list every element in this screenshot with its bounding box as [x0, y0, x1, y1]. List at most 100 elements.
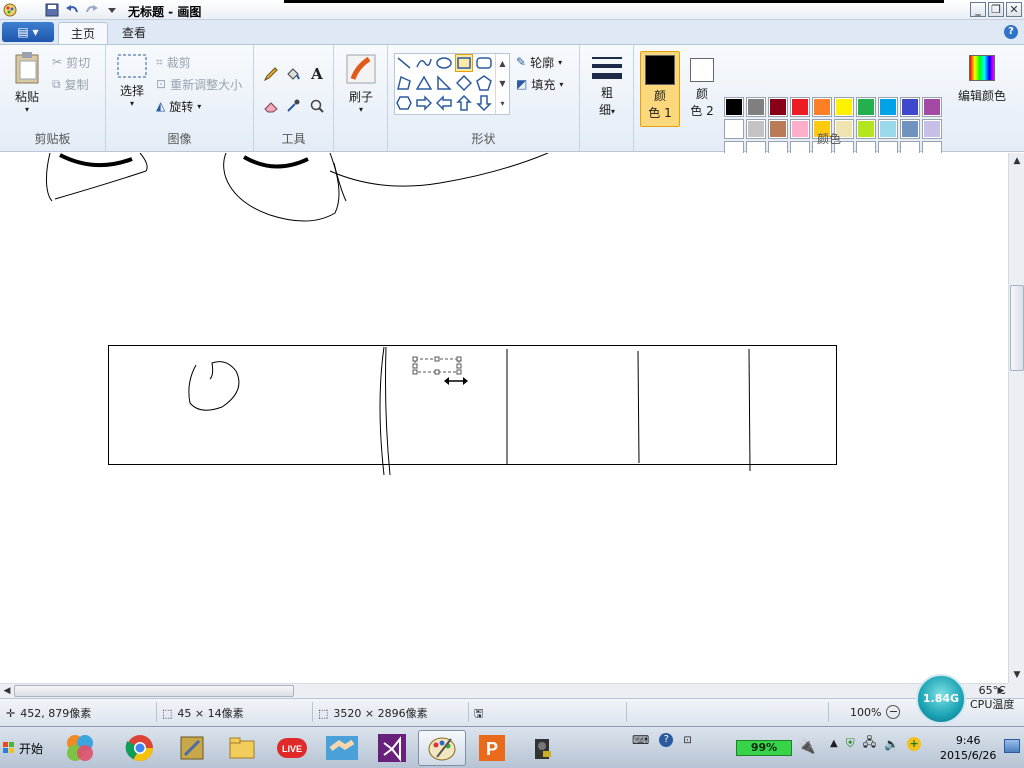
customize-qat-icon[interactable]	[104, 2, 120, 18]
taskbar-live[interactable]: LIVE	[268, 730, 316, 766]
cpu-temp-widget[interactable]: 1.84G 65°C CPU温度	[916, 674, 1024, 724]
taskbar-handshake[interactable]	[318, 730, 366, 766]
colors-group-label: 颜色	[816, 132, 841, 146]
tab-home[interactable]: 主页	[58, 22, 109, 44]
shapes-scroll[interactable]: ▲ ▼ ▾	[495, 54, 509, 114]
taskbar-chrome[interactable]	[116, 730, 164, 766]
size-label-line1: 粗	[600, 86, 613, 100]
text-tool-icon[interactable]: A	[308, 65, 326, 83]
line-width-icon	[592, 57, 622, 79]
taskbar-visual-studio[interactable]	[368, 730, 416, 766]
canvas-area[interactable]	[0, 153, 1008, 683]
oval-shape-icon[interactable]	[435, 54, 453, 72]
magnifier-icon[interactable]	[308, 97, 326, 115]
close-button[interactable]: ✕	[1006, 2, 1022, 17]
left-arrow-shape-icon[interactable]	[435, 94, 453, 112]
undo-icon[interactable]	[64, 2, 80, 18]
show-desktop-button[interactable]	[1004, 739, 1020, 753]
vertical-scroll-thumb[interactable]	[1010, 285, 1024, 371]
taskbar-tools[interactable]	[168, 730, 216, 766]
paint-app-icon[interactable]	[2, 2, 18, 18]
taskbar-explorer[interactable]	[218, 730, 266, 766]
brush-icon	[346, 54, 376, 84]
crop-label: 裁剪	[166, 55, 191, 70]
vertical-scrollbar[interactable]: ▲ ▼	[1008, 153, 1024, 683]
crop-icon: ⌗	[156, 54, 163, 69]
colors-group: 颜色	[634, 45, 1024, 151]
right-arrow-shape-icon[interactable]	[415, 94, 433, 112]
app-menu-button[interactable]: ▤ ▾	[2, 22, 54, 42]
start-button[interactable]: 开始	[2, 735, 48, 761]
show-hidden-icons-icon[interactable]: ▲	[830, 738, 838, 749]
update-icon[interactable]: +	[907, 736, 922, 751]
tray-menu-icon[interactable]: ⊡	[683, 735, 691, 746]
volume-icon[interactable]: 🔈	[884, 737, 899, 751]
status-bar: ✛ 452, 879像素 ⬚ 45 × 14像素 ⬚ 3520 × 2896像素 🖫 …	[0, 698, 1024, 726]
canvas-size-icon: ⬚	[318, 706, 329, 720]
cpu-temp-readout: 65°C CPU温度	[970, 684, 1014, 712]
line-shape-icon[interactable]	[395, 54, 413, 72]
redo-icon[interactable]	[84, 2, 100, 18]
right-triangle-shape-icon[interactable]	[435, 74, 453, 92]
horizontal-scrollbar[interactable]: ◀ ▶	[0, 683, 1008, 698]
down-arrow-shape-icon[interactable]	[475, 94, 493, 112]
crosshair-icon: ✛	[6, 706, 16, 720]
security-shield-icon[interactable]: ⛨	[846, 736, 855, 751]
canvas-size: ⬚ 3520 × 2896像素	[318, 705, 428, 721]
status-divider	[828, 702, 829, 722]
help-tray-icon[interactable]: ?	[659, 733, 674, 747]
clock[interactable]: 9:46 2015/6/26	[940, 733, 996, 763]
brushes-button[interactable]: 刷子 ▾	[342, 53, 380, 114]
save-icon[interactable]	[44, 2, 60, 18]
fill-bucket-icon[interactable]	[284, 65, 302, 83]
cut-button[interactable]: ✂ 剪切	[52, 53, 90, 71]
color-picker-icon[interactable]	[284, 97, 302, 115]
network-icon[interactable]: 🖧	[863, 733, 876, 754]
curve-shape-icon[interactable]	[415, 54, 433, 72]
tab-view[interactable]: 查看	[110, 22, 158, 44]
restore-button[interactable]: ❐	[988, 2, 1004, 17]
taskbar-presentation[interactable]: P	[468, 730, 516, 766]
crop-button[interactable]: ⌗ 裁剪	[156, 53, 191, 71]
cursor-position: ✛ 452, 879像素	[6, 705, 91, 721]
size-button[interactable]: 粗 细▾	[588, 53, 626, 118]
battery-indicator[interactable]: 99%	[736, 740, 792, 756]
minimize-button[interactable]: _	[970, 2, 986, 17]
eraser-icon[interactable]	[262, 97, 280, 115]
chrome-icon	[125, 735, 154, 762]
taskbar-paint[interactable]	[418, 730, 466, 766]
scroll-up-icon[interactable]: ▲	[1011, 155, 1023, 167]
camcorder-icon	[535, 739, 551, 759]
horizontal-scroll-thumb[interactable]	[14, 685, 294, 697]
zoom-out-icon[interactable]: −	[886, 705, 901, 719]
rectangle-shape-icon[interactable]	[455, 54, 473, 72]
polygon-shape-icon[interactable]	[395, 74, 413, 92]
resize-button[interactable]: ⊡ 重新调整大小	[156, 75, 242, 93]
cursor-position-text: 452, 879像素	[20, 707, 92, 720]
image-group: 选择 ▾ ⌗ 裁剪 ⊡ 重新调整大小 ◭ 旋转 ▾ 图像	[106, 45, 254, 151]
paste-button[interactable]: 粘贴 ▾	[8, 51, 46, 114]
selection-size: ⬚ 45 × 14像素	[162, 705, 244, 721]
help-icon[interactable]: ?	[1004, 25, 1018, 39]
taskbar-app-launcher[interactable]	[56, 730, 104, 766]
copy-button[interactable]: ⧉ 复制	[52, 75, 89, 93]
taskbar-camcorder[interactable]	[518, 730, 566, 766]
outline-button[interactable]: ✎ 轮廓 ▾	[516, 53, 562, 71]
keyboard-icon[interactable]: ⌨	[632, 733, 649, 747]
hexagon-shape-icon[interactable]	[395, 94, 413, 112]
select-button[interactable]: 选择 ▾	[112, 53, 152, 108]
diamond-shape-icon[interactable]	[455, 74, 473, 92]
scroll-left-icon[interactable]: ◀	[1, 685, 13, 697]
triangle-shape-icon[interactable]	[415, 74, 433, 92]
zoom-level: 100% −	[850, 705, 901, 719]
scissors-icon: ✂	[52, 55, 63, 69]
window-title: 无标题 - 画图	[128, 5, 202, 19]
pencil-icon[interactable]	[262, 65, 280, 83]
drawing-canvas[interactable]	[0, 153, 1008, 683]
up-arrow-shape-icon[interactable]	[455, 94, 473, 112]
fill-button[interactable]: ◩ 填充 ▾	[516, 75, 563, 93]
pentagon-shape-icon[interactable]	[475, 74, 493, 92]
rounded-rectangle-shape-icon[interactable]	[475, 54, 493, 72]
rotate-button[interactable]: ◭ 旋转 ▾	[156, 97, 201, 115]
taskbar: 开始 LIVE P ⌨ ? ⊡ 99% 🔌 ▲ ⛨ 🖧 🔈 + 9:46 201…	[0, 726, 1024, 768]
